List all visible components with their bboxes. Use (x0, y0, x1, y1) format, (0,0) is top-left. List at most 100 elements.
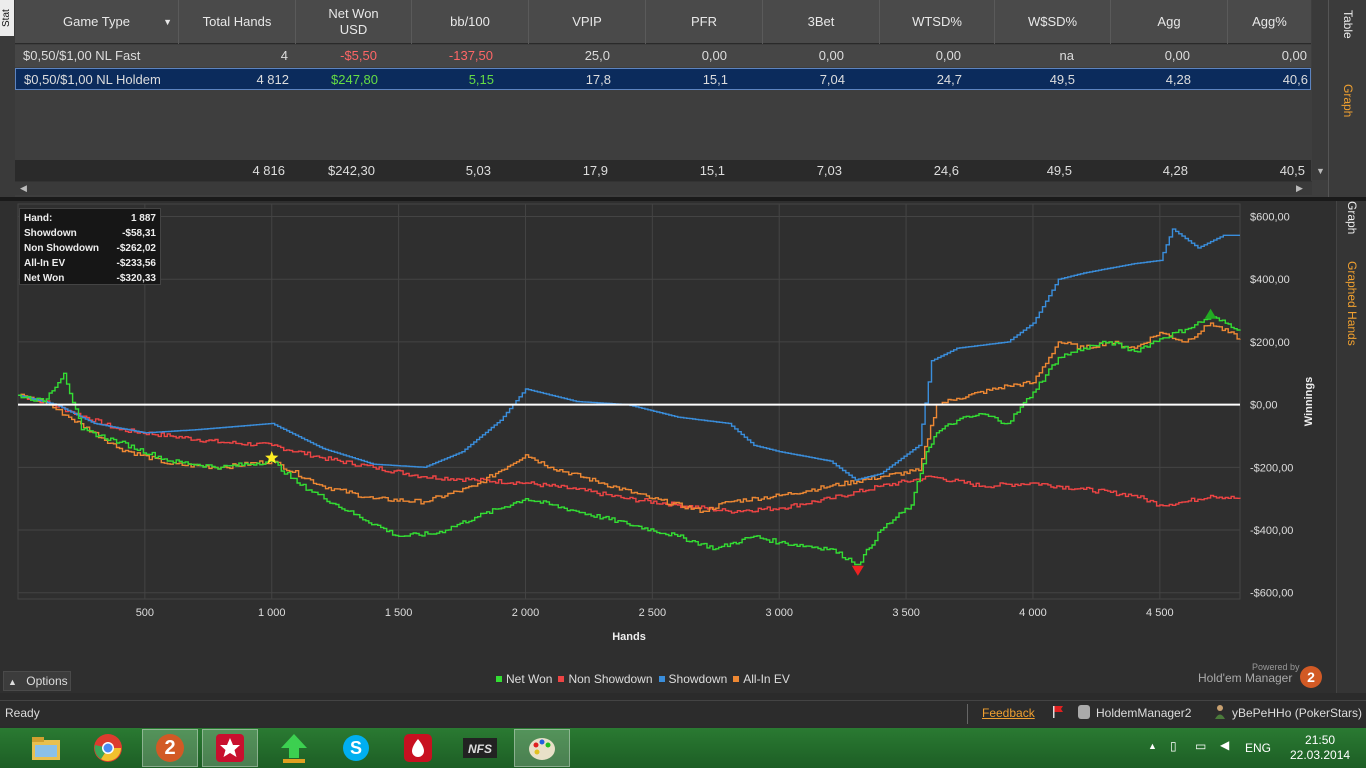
feedback-link[interactable]: Feedback (982, 706, 1035, 720)
col-bb100[interactable]: bb/100 (412, 0, 529, 44)
options-label: Options (26, 674, 68, 688)
tab-graph[interactable]: Graph (1345, 201, 1359, 234)
y-tick-label: -$400,00 (1250, 525, 1293, 537)
col-agg[interactable]: Agg (1111, 0, 1228, 44)
app-red-button[interactable] (390, 729, 446, 767)
view-tabs: Table Graph (1328, 0, 1366, 197)
legend-swatch (658, 676, 665, 682)
chart-legend: Net Won Non Showdown Showdown All-In EV (496, 672, 790, 686)
tooltip-value: -$320,33 (116, 273, 156, 284)
legend-item[interactable]: All-In EV (733, 672, 790, 686)
clock[interactable]: 21:50 22.03.2014 (1290, 733, 1350, 763)
tab-table[interactable]: Table (1341, 10, 1355, 39)
cell-aggp: 40,6 (1282, 72, 1308, 87)
nfs-button[interactable]: NFS (452, 729, 508, 767)
col-wsd[interactable]: W$SD% (995, 0, 1111, 44)
pokerstars-icon (216, 734, 244, 762)
horizontal-scrollbar[interactable]: ◀ ▶ (15, 181, 1312, 195)
cell-game: $0,50/$1,00 NL Fast Holder (23, 48, 141, 85)
chrome-button[interactable] (80, 729, 136, 767)
table-header: Game Type ▼ Total Hands Net Won USD bb/1… (15, 0, 1311, 44)
tab-stat[interactable]: Stat (0, 0, 14, 36)
col-total-hands[interactable]: Total Hands (179, 0, 296, 44)
player-label[interactable]: yBePeHHo (PokerStars) (1232, 706, 1362, 720)
plot-area (17, 203, 1241, 600)
graph-panel: 500 1 000 1 500 2 000 2 500 3 000 3 500 4 000 4 … (0, 201, 1336, 693)
table-row[interactable]: $0,50/$1,00 NL Fast Holder 4 -$5,50 -137… (15, 45, 1311, 85)
chevron-down-icon[interactable]: ▼ (163, 14, 172, 30)
winnings-chart: 500 1 000 1 500 2 000 2 500 3 000 3 500 4 000 4 … (17, 203, 1315, 643)
tooltip-row: Showdown -$58,31 (24, 226, 156, 241)
chevron-down-icon[interactable]: ▼ (1316, 166, 1325, 176)
legend-swatch (733, 676, 740, 682)
file-explorer-button[interactable] (18, 729, 74, 767)
legend-item[interactable]: Showdown (658, 672, 727, 686)
app-window: Stat Game Type ▼ Total Hands Net Won USD… (0, 0, 1366, 768)
tooltip-label: Hand: (24, 213, 53, 224)
chevron-right-icon[interactable]: ▶ (1296, 183, 1303, 194)
legend-swatch (558, 676, 565, 682)
svg-text:S: S (350, 738, 362, 758)
x-tick-label: 1 500 (385, 607, 413, 619)
paint-button[interactable] (514, 729, 570, 767)
y-tick-label: $400,00 (1250, 274, 1290, 286)
tab-graph[interactable]: Graph (1341, 84, 1355, 117)
legend-item[interactable]: Non Showdown (558, 672, 653, 686)
clock-date: 22.03.2014 (1290, 748, 1351, 762)
cell-3bet: 7,04 (819, 72, 845, 87)
legend-label: Non Showdown (568, 672, 653, 686)
cell-net-won: $247,80 (331, 72, 378, 87)
col-game-type[interactable]: Game Type ▼ (15, 0, 179, 44)
vertical-scrollbar[interactable]: ▼ (1312, 0, 1328, 180)
status-text: Ready (5, 706, 40, 720)
col-vpip[interactable]: VPIP (529, 0, 646, 44)
tooltip-value: -$233,56 (116, 258, 156, 269)
x-tick-label: 2 000 (512, 607, 540, 619)
tooltip-row: Net Won -$320,33 (24, 271, 156, 286)
total-vpip: 17,9 (582, 163, 608, 178)
volume-icon[interactable]: ◀ (1220, 738, 1229, 752)
tooltip-label: Showdown (24, 228, 77, 239)
flag-icon[interactable] (1052, 705, 1064, 719)
legend-label: All-In EV (743, 672, 790, 686)
network-icon[interactable]: ▭ (1195, 739, 1206, 753)
battery-icon[interactable]: ▯ (1170, 739, 1177, 753)
options-button[interactable]: ▲ Options (3, 671, 71, 691)
cell-vpip: 17,8 (585, 72, 611, 87)
y-tick-label: $200,00 (1250, 337, 1290, 349)
tab-graphed-hands[interactable]: Graphed Hands (1345, 261, 1359, 346)
tooltip-row: All-In EV -$233,56 (24, 256, 156, 271)
legend-swatch (496, 676, 502, 682)
y-tick-label: -$200,00 (1250, 462, 1293, 474)
total-agg: 4,28 (1162, 163, 1188, 178)
pokerstars-button[interactable] (202, 729, 258, 767)
language-indicator[interactable]: ENG (1245, 741, 1271, 755)
col-pfr[interactable]: PFR (646, 0, 763, 44)
divider (967, 704, 968, 724)
y-tick-label: -$600,00 (1250, 588, 1293, 600)
legend-item[interactable]: Net Won (496, 672, 552, 686)
cell-wsd: na (1059, 48, 1074, 63)
table-row-selected[interactable]: $0,50/$1,00 NL Holdem 4 812 $247,80 5,15… (15, 68, 1311, 90)
total-wtsd: 24,6 (933, 163, 959, 178)
col-wtsd[interactable]: WTSD% (880, 0, 995, 44)
legend-label: Net Won (506, 672, 553, 686)
cell-hands: 4 (280, 48, 288, 63)
y-axis-label: Winnings (1303, 377, 1315, 426)
col-3bet[interactable]: 3Bet (763, 0, 880, 44)
chevron-left-icon[interactable]: ◀ (20, 183, 27, 194)
stats-table: Game Type ▼ Total Hands Net Won USD bb/1… (15, 0, 1328, 197)
database-label[interactable]: HoldemManager2 (1096, 706, 1191, 720)
x-tick-label: 3 500 (892, 607, 920, 619)
col-net-won[interactable]: Net Won USD (296, 0, 412, 44)
chevron-up-icon: ▲ (8, 677, 17, 687)
clock-time: 21:50 (1305, 733, 1336, 747)
show-hidden-icons-icon[interactable]: ▲ (1148, 741, 1157, 751)
col-aggp[interactable]: Agg% (1228, 0, 1311, 44)
cell-wtsd: 0,00 (935, 48, 961, 63)
skype-button[interactable]: S (328, 729, 384, 767)
total-bb100: 5,03 (465, 163, 491, 178)
holdem-manager-button[interactable]: 2 (142, 729, 198, 767)
cell-pfr: 0,00 (701, 48, 727, 63)
update-button[interactable] (266, 729, 322, 767)
